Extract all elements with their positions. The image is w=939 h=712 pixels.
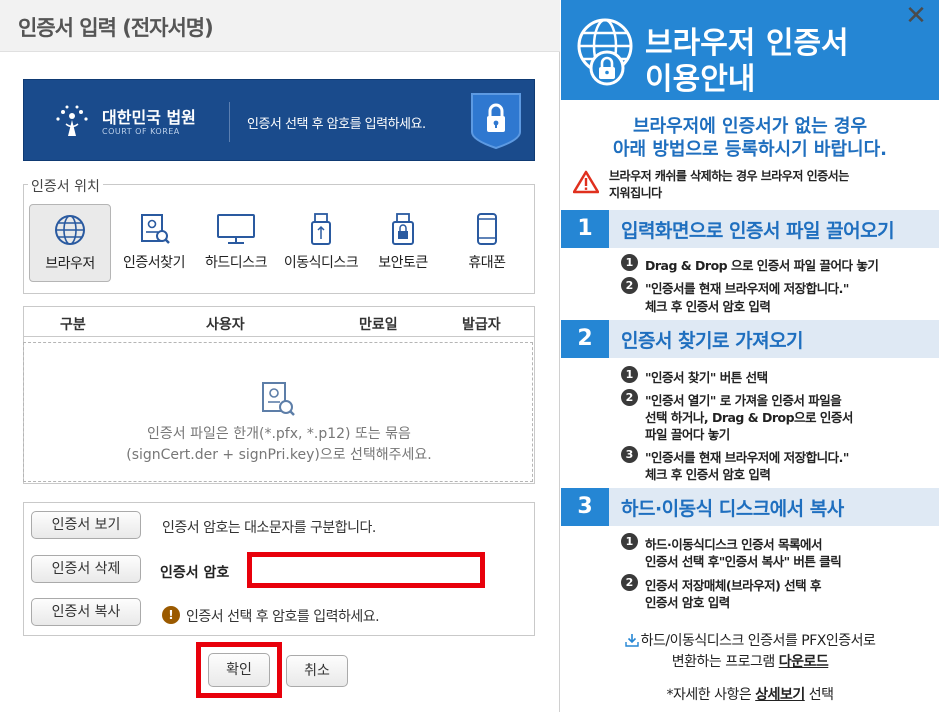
step-2-number: 2 <box>561 320 609 358</box>
step-2-title: 인증서 찾기로 가져오기 <box>621 330 804 352</box>
guide-header: 브라우저 인증서 이용안내 ✕ <box>561 0 939 100</box>
close-icon[interactable]: ✕ <box>903 3 929 30</box>
ok-button[interactable]: 확인 <box>208 653 270 687</box>
court-banner: 대한민국 법원 COURT OF KOREA 인증서 선택 후 암호를 입력하세… <box>23 79 535 161</box>
browser-certificate-guide: 브라우저 인증서 이용안내 ✕ 브라우저에 인증서가 없는 경우 아래 방법으로… <box>561 0 939 712</box>
court-name-en: COURT OF KOREA <box>102 127 180 136</box>
screen: 인증서 입력 (전자서명) 대한민국 법원 COURT OF KOREA 인증서… <box>0 0 939 712</box>
cache-warning-line2: 지워집니다 <box>609 186 662 200</box>
step-3-header: 3 하드·이동식 디스크에서 복사 <box>561 488 939 526</box>
location-find-label: 인증서찾기 <box>123 255 185 271</box>
detail-note: *자세한 사항은 상세보기 선택 <box>561 684 939 704</box>
drop-zone-hint-line2: (signCert.der + signPri.key)으로 선택해주세요. <box>126 447 432 463</box>
location-security-token[interactable]: 보안토큰 <box>362 204 444 282</box>
step-2-bullet-3: 3 <box>621 446 638 463</box>
globe-lock-icon <box>577 18 633 86</box>
step-1-number: 1 <box>561 210 609 248</box>
column-header-expiry: 만료일 <box>359 317 398 333</box>
banner-message: 인증서 선택 후 암호를 입력하세요. <box>247 117 426 132</box>
step-1-bullet-2: 2 <box>621 277 638 294</box>
dialog-title: 인증서 입력 (전자서명) <box>18 16 214 40</box>
step-1-item-2-line2: 체크 후 인증서 암호 입력 <box>645 299 771 314</box>
usb-icon <box>311 213 331 245</box>
dialog-header: 인증서 입력 (전자서명) <box>0 0 560 52</box>
location-phone-label: 휴대폰 <box>468 255 506 271</box>
table-header-divider <box>23 336 535 337</box>
download-link[interactable]: 다운로드 <box>779 654 829 670</box>
certificate-file-icon <box>262 382 295 416</box>
security-token-icon <box>392 213 414 245</box>
pfx-convert-text-line2: 변환하는 프로그램 <box>671 654 779 670</box>
password-label: 인증서 암호 <box>160 565 230 581</box>
certificate-search-icon <box>141 214 170 244</box>
step-3-number: 3 <box>561 488 609 526</box>
step-2-bullet-1: 1 <box>621 366 638 383</box>
step-3-bullet-2: 2 <box>621 574 638 591</box>
banner-divider <box>229 102 230 142</box>
step-3-bullet-1: 1 <box>621 533 638 550</box>
cache-warning-line1: 브라우저 캐쉬를 삭제하는 경우 브라우저 인증서는 <box>609 169 849 183</box>
view-certificate-button[interactable]: 인증서 보기 <box>31 511 141 539</box>
location-browser[interactable]: 브라우저 <box>29 204 111 282</box>
location-removable-label: 이동식디스크 <box>283 255 359 271</box>
pfx-convert-text-line1: 하드/이동식디스크 인증서를 PFX인증서로 <box>640 633 876 649</box>
location-token-label: 보안토큰 <box>378 255 428 271</box>
detail-suffix: 선택 <box>804 687 834 703</box>
phone-icon <box>477 213 497 245</box>
guide-title-line2: 이용안내 <box>645 62 756 97</box>
pfx-convert-note-line2: 변환하는 프로그램 다운로드 <box>561 651 939 671</box>
warning-triangle-icon <box>573 170 599 194</box>
step-1-item-1: Drag & Drop 으로 인증서 파일 끌어다 놓기 <box>645 258 879 273</box>
step-1-bullet-1: 1 <box>621 254 638 271</box>
monitor-icon <box>217 214 255 244</box>
location-hard-disk[interactable]: 하드디스크 <box>195 204 277 282</box>
step-2-item-3-line2: 체크 후 인증서 암호 입력 <box>645 467 771 482</box>
step-2-item-2-line3: 파일 끌어다 놓기 <box>645 427 730 442</box>
step-3-title: 하드·이동식 디스크에서 복사 <box>621 498 844 520</box>
cancel-button[interactable]: 취소 <box>286 655 348 687</box>
globe-icon <box>55 215 85 245</box>
guide-subtitle-line2: 아래 방법으로 등록하시기 바랍니다. <box>612 139 888 160</box>
pfx-convert-note-line1: 하드/이동식디스크 인증서를 PFX인증서로 <box>561 630 939 650</box>
step-1-item-2-line1: "인증서를 현재 브라우저에 저장합니다." <box>645 281 849 296</box>
step-2-item-1: "인증서 찾기" 버튼 선택 <box>645 370 768 385</box>
certificate-dialog: 인증서 입력 (전자서명) 대한민국 법원 COURT OF KOREA 인증서… <box>0 0 560 712</box>
step-1-header: 1 입력화면으로 인증서 파일 끌어오기 <box>561 210 939 248</box>
detail-link[interactable]: 상세보기 <box>755 687 805 703</box>
password-hint: 인증서 선택 후 암호를 입력하세요. <box>186 609 380 625</box>
step-2-bullet-2: 2 <box>621 389 638 406</box>
case-sensitivity-note: 인증서 암호는 대소문자를 구분합니다. <box>162 520 376 536</box>
step-2-header: 2 인증서 찾기로 가져오기 <box>561 320 939 358</box>
delete-certificate-button[interactable]: 인증서 삭제 <box>31 555 141 583</box>
step-1-title: 입력화면으로 인증서 파일 끌어오기 <box>621 220 895 242</box>
location-find-certificate[interactable]: 인증서찾기 <box>113 204 195 282</box>
step-3-item-1-line2: 인증서 선택 후"인증서 복사" 버튼 클릭 <box>645 554 842 569</box>
download-icon <box>624 634 639 647</box>
column-header-issuer: 발급자 <box>462 317 501 333</box>
detail-prefix: *자세한 사항은 <box>666 687 756 703</box>
location-removable-disk[interactable]: 이동식디스크 <box>280 204 362 282</box>
location-phone[interactable]: 휴대폰 <box>446 204 528 282</box>
step-3-item-2-line2: 인증서 암호 입력 <box>645 595 730 610</box>
column-header-type: 구분 <box>60 317 86 333</box>
lock-shield-icon <box>471 93 521 150</box>
location-legend: 인증서 위치 <box>28 176 103 196</box>
copy-certificate-button[interactable]: 인증서 복사 <box>31 598 141 626</box>
court-logo-icon <box>56 105 88 136</box>
certificate-password-input[interactable] <box>247 552 485 588</box>
court-name: 대한민국 법원 <box>102 108 196 127</box>
drop-zone-hint-line1: 인증서 파일은 한개(*.pfx, *.p12) 또는 묶음 <box>147 426 411 442</box>
warning-icon: ! <box>162 606 180 624</box>
column-header-user: 사용자 <box>206 317 245 333</box>
location-hard-disk-label: 하드디스크 <box>205 255 267 271</box>
location-browser-label: 브라우저 <box>45 256 95 272</box>
